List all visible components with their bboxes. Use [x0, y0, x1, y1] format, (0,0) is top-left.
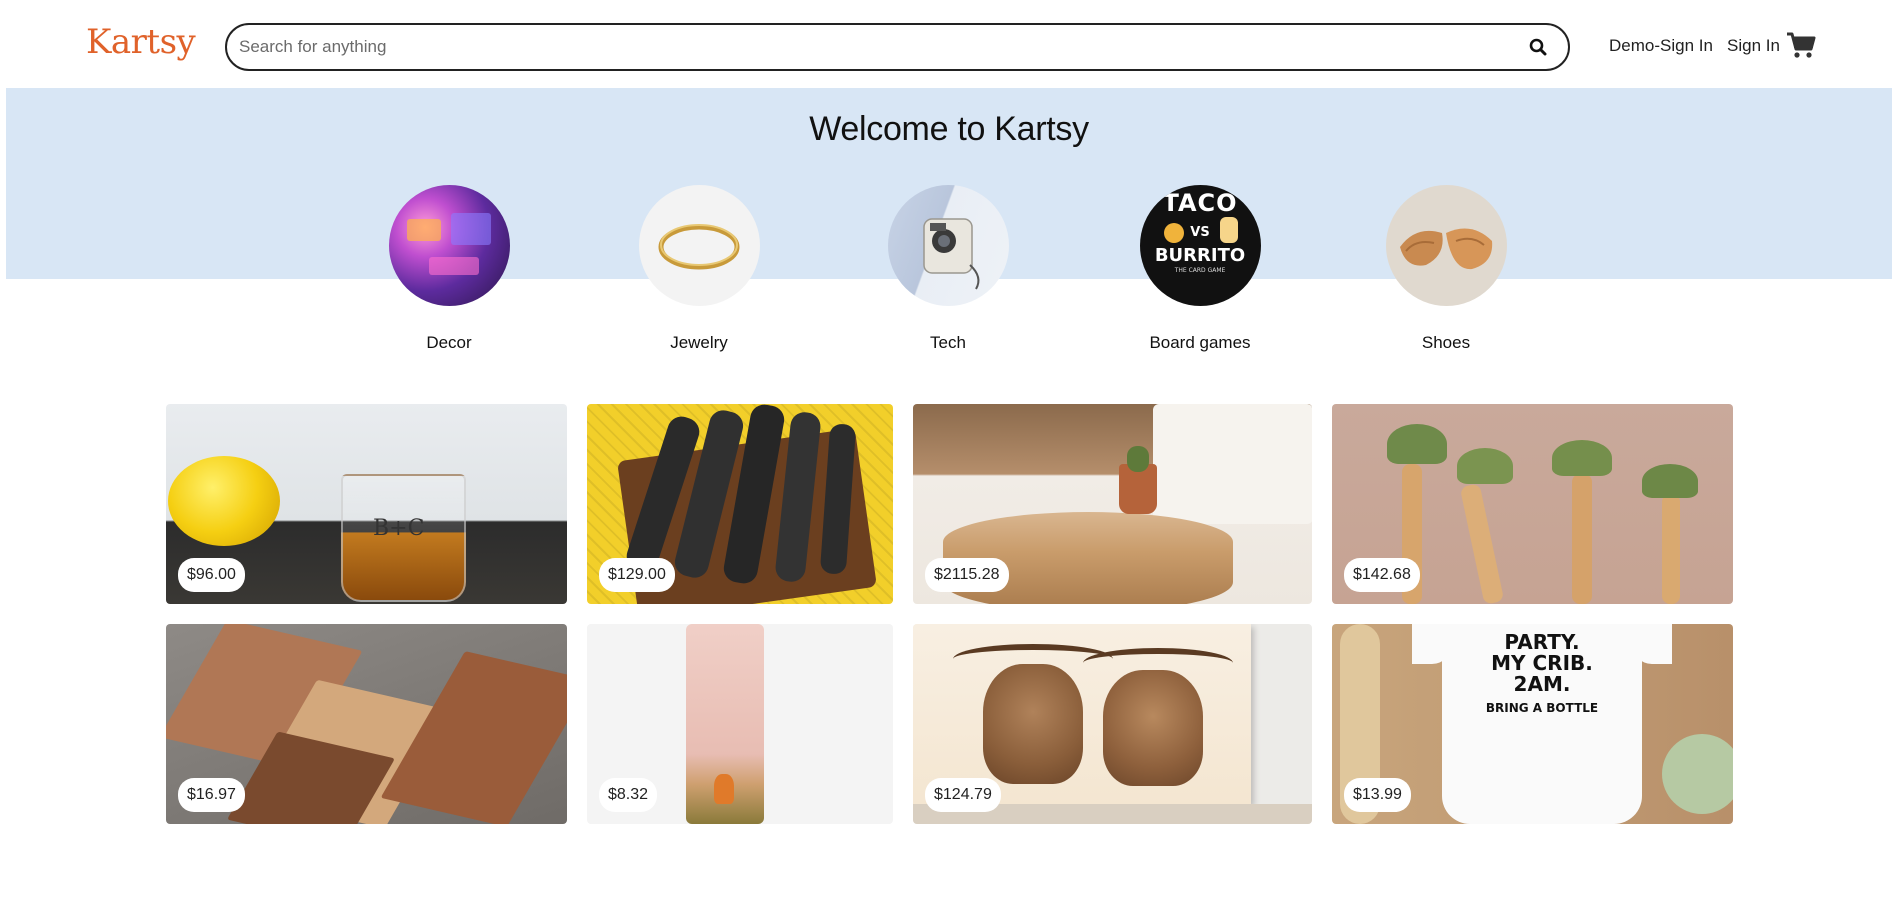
onesie-line: PARTY.: [1504, 630, 1580, 654]
wooden-figure-image: [1459, 483, 1505, 604]
page-title: Welcome to Kartsy: [809, 110, 1089, 148]
plant-image: [1662, 734, 1733, 814]
glass-engraving: B+C: [373, 516, 425, 541]
cactus-image: [1127, 446, 1149, 472]
category-shoes[interactable]: Shoes: [1366, 185, 1526, 353]
category-image: TACO VS BURRITO THE CARD GAME: [1139, 185, 1261, 306]
category-label: Decor: [426, 333, 472, 352]
category-label: Jewelry: [670, 333, 728, 352]
air-plant-image: [1387, 424, 1447, 464]
search-input[interactable]: [227, 25, 1516, 69]
highland-cow-image: [1103, 670, 1203, 786]
taco-character: [1163, 223, 1184, 243]
category-image: [388, 185, 510, 306]
search-bar: [225, 23, 1570, 71]
burrito-character: [1219, 217, 1238, 243]
whiskey-glass-image: B+C: [341, 474, 466, 602]
onesie-line: BRING A BOTTLE: [1485, 701, 1599, 715]
product-price: $16.97: [178, 778, 245, 812]
air-plant-image: [1642, 464, 1698, 498]
canvas-print-image: [913, 624, 1251, 804]
vs-text: VS: [1190, 225, 1210, 240]
category-image: [638, 185, 760, 306]
burrito-text: BURRITO: [1154, 245, 1246, 266]
product-price: $8.32: [599, 778, 658, 812]
taco-text: TACO: [1162, 189, 1238, 217]
category-label: Shoes: [1421, 333, 1471, 352]
product-card[interactable]: $129.00: [587, 404, 893, 604]
top-header: Kartsy Demo-Sign In Sign In: [0, 0, 1898, 88]
category-jewelry[interactable]: Jewelry: [619, 185, 779, 353]
product-card[interactable]: B+C $96.00: [166, 404, 567, 604]
sign-in-link[interactable]: Sign In: [1727, 36, 1780, 56]
sofa-image: [1153, 404, 1312, 524]
product-price: $124.79: [925, 778, 1001, 812]
product-price: $129.00: [599, 558, 675, 592]
onesie-print: PARTY. MY CRIB. 2AM. BRING A BOTTLE: [1442, 632, 1642, 719]
product-price: $96.00: [178, 558, 245, 592]
lemon-image: [168, 456, 280, 546]
wooden-figure-image: [1662, 494, 1680, 604]
onesie-line: MY CRIB.: [1491, 651, 1593, 675]
search-icon: [1529, 38, 1547, 56]
phone-case-image: [686, 624, 764, 824]
product-card[interactable]: $16.97: [166, 624, 567, 824]
wooden-figure-image: [1572, 474, 1592, 604]
category-image: [1385, 185, 1507, 306]
product-card[interactable]: $8.32: [587, 624, 893, 824]
product-card[interactable]: $142.68: [1332, 404, 1733, 604]
category-tech[interactable]: Tech: [868, 185, 1028, 353]
category-label: Board games: [1149, 333, 1251, 352]
card-game-text: THE CARD GAME: [1174, 267, 1226, 274]
cart-icon[interactable]: [1786, 31, 1816, 59]
cow-horns: [1083, 648, 1233, 678]
site-logo[interactable]: Kartsy: [86, 22, 196, 62]
product-price: $13.99: [1344, 778, 1411, 812]
category-label: Tech: [930, 333, 966, 352]
product-card[interactable]: $124.79: [913, 624, 1312, 824]
highland-cow-image: [983, 664, 1083, 784]
shoe-icon: [1399, 228, 1492, 270]
air-plant-image: [1457, 448, 1513, 484]
category-board-games[interactable]: TACO VS BURRITO THE CARD GAME Board game…: [1120, 185, 1280, 353]
category-decor[interactable]: Decor: [369, 185, 529, 353]
fox-image: [714, 774, 734, 804]
onesie-line: 2AM.: [1513, 672, 1571, 696]
onesie-image: PARTY. MY CRIB. 2AM. BRING A BOTTLE: [1412, 624, 1672, 824]
ring-icon: [658, 224, 739, 270]
demo-sign-in-link[interactable]: Demo-Sign In: [1609, 36, 1713, 56]
product-card[interactable]: PARTY. MY CRIB. 2AM. BRING A BOTTLE $13.…: [1332, 624, 1733, 824]
product-price: $2115.28: [925, 558, 1009, 592]
product-card[interactable]: $2115.28: [913, 404, 1312, 604]
category-image: [887, 185, 1009, 306]
air-plant-image: [1552, 440, 1612, 476]
camera-icon: [922, 218, 979, 290]
search-button[interactable]: [1516, 25, 1560, 69]
product-price: $142.68: [1344, 558, 1420, 592]
